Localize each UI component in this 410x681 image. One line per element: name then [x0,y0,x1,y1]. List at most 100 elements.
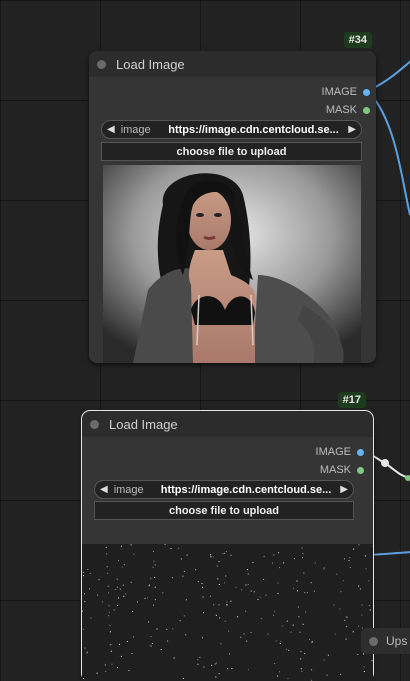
noise-speck [293,588,294,589]
noise-speck [225,576,226,577]
noise-speck [340,674,341,675]
noise-speck [151,646,152,647]
combo-label: image [114,484,158,496]
noise-speck [274,611,275,612]
noise-speck [333,604,334,605]
noise-speck [365,555,366,556]
noise-speck [223,553,224,554]
load-image-node[interactable]: #17 Load Image IMAGE MASK ◀ image https:… [82,411,373,681]
noise-speck [161,649,162,650]
upload-button[interactable]: choose file to upload [94,501,354,520]
collapse-toggle[interactable] [90,420,99,429]
noise-speck [315,562,316,563]
collapse-toggle[interactable] [369,637,378,646]
noise-speck [231,668,232,669]
noise-speck [132,611,133,612]
load-image-node[interactable]: #34 Load Image IMAGE MASK ◀ image https:… [89,51,376,363]
image-slot-dot[interactable] [363,89,370,96]
arrow-left-icon[interactable]: ◀ [100,484,108,495]
noise-speck [361,615,362,616]
noise-speck [303,624,304,625]
noise-speck [273,555,274,556]
image-combo-widget[interactable]: ◀ image https://image.cdn.centcloud.se..… [94,480,354,499]
noise-speck [165,544,166,545]
noise-speck [293,625,294,626]
node-title: Load Image [109,417,178,432]
image-slot-dot[interactable] [357,449,364,456]
noise-speck [311,669,312,670]
noise-speck [121,546,122,547]
upscale-node-partial[interactable]: Ups [361,628,410,654]
noise-speck [153,605,154,606]
noise-speck [324,568,325,569]
node-header[interactable]: Load Image [89,51,376,77]
noise-speck [358,626,359,627]
noise-speck [109,605,110,606]
noise-speck [240,637,241,638]
noise-speck [107,573,108,574]
noise-speck [237,616,238,617]
noise-speck [251,591,252,592]
noise-speck [134,554,135,555]
noise-speck [244,633,245,634]
noise-speck [187,555,188,556]
noise-speck [358,544,359,545]
noise-speck [294,558,295,559]
collapse-toggle[interactable] [97,60,106,69]
noise-speck [312,642,313,643]
noise-speck [291,632,292,633]
mask-slot-dot[interactable] [363,107,370,114]
mask-slot-dot[interactable] [357,467,364,474]
noise-speck [87,569,88,570]
noise-speck [260,597,261,598]
noise-speck [280,641,281,642]
noise-speck [301,671,302,672]
output-label: MASK [320,464,351,476]
noise-speck [108,586,109,587]
noise-speck [302,557,303,558]
arrow-left-icon[interactable]: ◀ [107,124,115,135]
noise-speck [90,618,91,619]
noise-speck [86,653,87,654]
noise-speck [137,601,138,602]
output-slot-image[interactable]: IMAGE [322,86,370,98]
noise-speck [346,626,347,627]
noise-speck [215,664,216,665]
noise-speck [108,592,109,593]
mask-link-dot [405,475,410,481]
noise-speck [217,566,218,567]
noise-speck [324,567,325,568]
noise-speck [347,617,348,618]
upload-button[interactable]: choose file to upload [101,142,362,161]
noise-speck [227,605,228,606]
noise-speck [219,584,220,585]
noise-speck [254,591,255,592]
noise-speck [155,599,156,600]
noise-speck [220,643,221,644]
noise-speck [210,554,211,555]
noise-speck [305,612,306,613]
noise-speck [97,595,98,596]
noise-speck [241,589,242,590]
node-header[interactable]: Load Image [82,411,373,437]
noise-speck [314,591,315,592]
arrow-right-icon[interactable]: ▶ [348,124,356,135]
image-combo-widget[interactable]: ◀ image https://image.cdn.centcloud.se..… [101,120,362,139]
noise-speck [203,597,204,598]
noise-speck [211,665,212,666]
output-slot-image[interactable]: IMAGE [316,446,364,458]
noise-speck [245,611,246,612]
output-slot-mask[interactable]: MASK [326,104,370,116]
noise-speck [278,552,279,553]
noise-speck [153,561,154,562]
arrow-right-icon[interactable]: ▶ [340,484,348,495]
noise-speck [186,599,187,600]
noise-speck [111,644,112,645]
output-slot-mask[interactable]: MASK [320,464,364,476]
noise-speck [328,655,329,656]
noise-speck [335,634,336,635]
noise-speck [185,634,186,635]
noise-speck [304,653,305,654]
noise-speck [157,629,158,630]
noise-speck [114,610,115,611]
